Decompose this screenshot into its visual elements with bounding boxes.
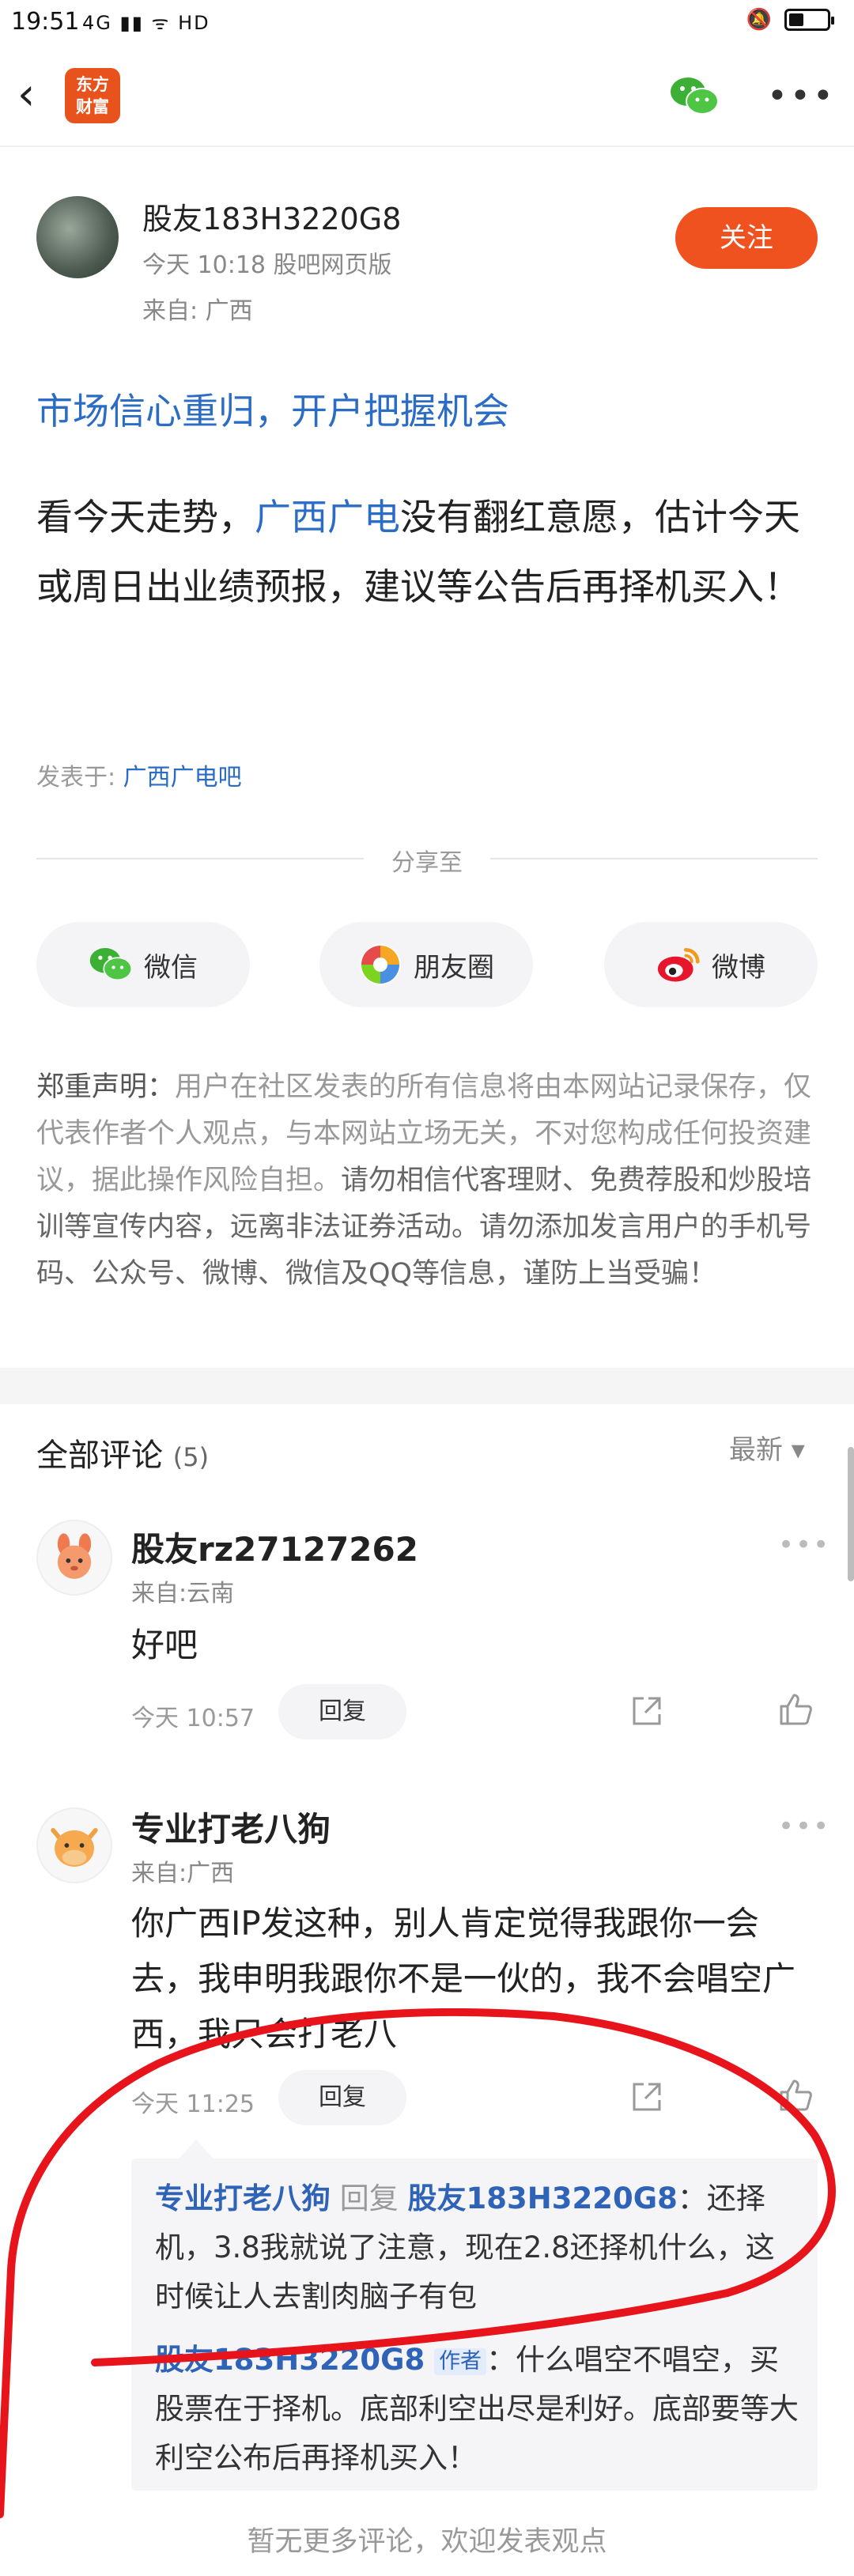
comment-count: (5): [172, 1442, 210, 1472]
scrollbar[interactable]: [848, 1447, 854, 1581]
stock-link[interactable]: 广西广电: [255, 496, 400, 538]
comment-more-icon[interactable]: •••: [778, 1529, 830, 1561]
post-body: 看今天走势，广西广电没有翻红意愿，估计今天或周日出业绩预报，建议等公告后再择机买…: [36, 496, 800, 608]
commenter-avatar[interactable]: [36, 1520, 112, 1596]
post-location: 来自: 广西: [142, 297, 253, 325]
follow-button[interactable]: 关注: [675, 207, 818, 269]
author-name[interactable]: 股友183H3220G8: [142, 195, 401, 238]
more-options-icon[interactable]: •••: [767, 76, 836, 116]
share-moments-button[interactable]: 朋友圈: [319, 922, 533, 1007]
comments-header: 全部评论 (5): [36, 1437, 210, 1474]
comment-text: 你广西IP发这种，别人肯定觉得我跟你一会去，我申明我跟你不是一伙的，我不会唱空广…: [131, 1904, 796, 2053]
post-title: 市场信心重归，开户把握机会: [36, 390, 509, 432]
top-nav-bar: ‹ 东方 财富 •••: [0, 47, 854, 147]
comment-time: 今天 10:57: [131, 1705, 255, 1732]
rabbit-avatar-icon: [57, 1533, 92, 1579]
commenter-location: 来自:广西: [131, 1860, 235, 1887]
cow-avatar-icon: [51, 1827, 98, 1867]
status-bar: 19:51 4G ▮▮ ᯤ HD 🔕: [0, 0, 854, 47]
status-time: 19:51: [11, 8, 80, 36]
commenter-location: 来自:云南: [131, 1580, 235, 1607]
commenter-name[interactable]: 专业打老八狗: [131, 1803, 331, 1851]
share-weibo-button[interactable]: 微博: [604, 922, 818, 1007]
moments-icon: [360, 944, 401, 985]
back-arrow-icon[interactable]: ‹: [17, 73, 62, 117]
author-avatar[interactable]: [36, 196, 119, 278]
share-out-icon[interactable]: [628, 2078, 666, 2116]
section-gap: [0, 1368, 854, 1404]
author-badge: 作者: [434, 2347, 487, 2375]
wechat-share-icon[interactable]: [669, 74, 720, 119]
mute-bell-icon: 🔕: [746, 8, 772, 32]
post-timestamp: 今天 10:18 股吧网页版: [142, 251, 392, 279]
comment-time: 今天 11:25: [131, 2091, 255, 2118]
published-in: 发表于: 广西广电吧: [36, 764, 242, 791]
commenter-name[interactable]: 股友rz27127262: [131, 1523, 418, 1571]
signal-icon: 4G ▮▮ ᯤ HD: [82, 12, 210, 34]
disclaimer: 郑重声明：用户在社区发表的所有信息将由本网站记录保存，仅代表作者个人观点，与本网…: [36, 1071, 812, 1290]
share-wechat-button[interactable]: 微信: [36, 922, 250, 1007]
reply-button[interactable]: 回复: [278, 2070, 406, 2125]
sort-dropdown[interactable]: 最新 ▾: [729, 1428, 805, 1467]
battery-icon: [784, 9, 834, 31]
no-more-comments: 暂无更多评论，欢迎发表观点: [247, 2526, 607, 2558]
stock-bar-link[interactable]: 广西广电吧: [123, 764, 242, 791]
wechat-icon: [89, 948, 133, 981]
eastmoney-logo: 东方 财富: [65, 68, 120, 123]
comment-text: 好吧: [131, 1626, 198, 1664]
commenter-avatar[interactable]: [36, 1807, 112, 1883]
reply-button[interactable]: 回复: [278, 1684, 406, 1739]
like-thumb-icon[interactable]: [777, 1690, 814, 1728]
weibo-icon: [657, 948, 700, 982]
share-out-icon[interactable]: [628, 1692, 666, 1730]
share-label: 分享至: [364, 843, 490, 878]
comment-more-icon[interactable]: •••: [778, 1811, 830, 1842]
replies-box: 专业打老八狗 回复 股友183H3220G8：还择机，3.8我就说了注意，现在2…: [131, 2140, 818, 2491]
reply-item[interactable]: 股友183H3220G8 作者 ：什么唱空不唱空，买股票在于择机。底部利空出尽是利…: [155, 2336, 803, 2483]
like-thumb-icon[interactable]: [777, 2076, 814, 2114]
reply-item[interactable]: 专业打老八狗 回复 股友183H3220G8：还择机，3.8我就说了注意，现在2…: [155, 2174, 803, 2321]
